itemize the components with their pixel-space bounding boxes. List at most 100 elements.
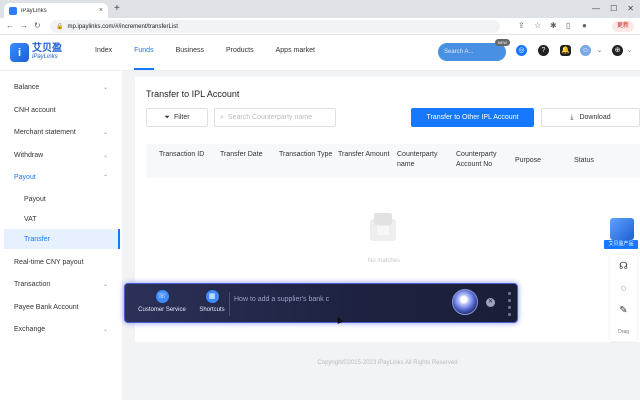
filter-button[interactable]: ⏷ Filter <box>146 108 208 127</box>
counterparty-search-input[interactable] <box>227 114 328 121</box>
nav-products[interactable]: Products <box>226 47 254 71</box>
chevron-down-icon: ⌄ <box>102 281 108 288</box>
update-button[interactable]: 更新 <box>611 21 634 32</box>
assistant-bar: ☏ Customer Service ▦ Shortcuts How to ad… <box>124 283 518 323</box>
sidebar-item-transaction[interactable]: Transaction ⌄ <box>0 274 122 294</box>
filter-label: Filter <box>174 114 190 121</box>
dock-bottom-label: Drag <box>618 329 629 335</box>
language-chevron-icon[interactable]: ⌄ <box>624 45 635 56</box>
sidebar-item-exchange[interactable]: Exchange ⌄ <box>0 319 122 339</box>
star-icon[interactable]: ☆ <box>534 21 541 30</box>
chevron-down-icon: ⌄ <box>102 326 108 333</box>
logo-en: iPayLinks <box>32 54 58 60</box>
tab-close-icon[interactable]: × <box>99 7 103 14</box>
app-switch-icon[interactable]: ◎ <box>516 45 527 56</box>
sidepanel-icon[interactable]: ▯ <box>566 21 570 30</box>
book-icon <box>610 218 634 240</box>
logo-mark-icon: i <box>10 43 29 62</box>
sidebar-item-label: Payout <box>24 195 46 203</box>
nav-business[interactable]: Business <box>176 47 204 71</box>
browser-tab-bar: iPayLinks × + — ☐ ✕ <box>0 0 640 18</box>
share-icon[interactable]: ⇪ <box>518 21 525 30</box>
new-tab-button[interactable]: + <box>114 3 120 14</box>
sidebar-item-merchant-statement[interactable]: Merchant statement ⌄ <box>0 122 122 142</box>
col-status: Status <box>574 157 594 164</box>
sidebar-item-label: Payout <box>14 173 36 181</box>
header-search[interactable]: Search A... NEW <box>438 39 510 61</box>
favicon-icon <box>9 6 17 15</box>
chevron-down-icon: ⌄ <box>102 129 108 136</box>
promo-label: 艾贝盈产品 <box>604 240 638 249</box>
globe-icon[interactable]: ⊕ <box>612 45 623 56</box>
assistant-divider <box>229 292 230 316</box>
extensions-icon[interactable]: ✱ <box>550 21 557 30</box>
chevron-down-icon[interactable]: ⌄ <box>594 45 605 56</box>
chevron-down-icon: ⌄ <box>102 84 108 91</box>
help-icon[interactable]: ? <box>538 45 549 56</box>
url-text: mp.ipaylinks.com/#/increment/transferLis… <box>67 23 178 30</box>
sidebar-item-label: VAT <box>24 215 37 223</box>
product-promo-widget[interactable]: 艾贝盈产品 <box>604 218 638 250</box>
transfer-to-other-account-button[interactable]: Transfer to Other IPL Account <box>411 108 534 127</box>
sidebar-item-realtime-cny-payout[interactable]: Real-time CNY payout <box>0 252 122 272</box>
new-badge: NEW <box>494 39 510 46</box>
avatar[interactable]: ☺ <box>580 45 591 56</box>
minimize-icon[interactable]: — <box>592 4 600 13</box>
nav-funds[interactable]: Funds <box>134 47 155 71</box>
window-controls: — ☐ ✕ <box>592 4 634 13</box>
sidebar-item-label: Exchange <box>14 325 46 333</box>
shortcuts-button[interactable]: ▦ Shortcuts <box>195 290 229 313</box>
sidebar-item-label: Withdraw <box>14 151 44 159</box>
col-transaction-type: Transaction Type <box>279 151 333 158</box>
customer-service-button[interactable]: ☏ Customer Service <box>135 290 189 313</box>
header-search-placeholder: Search A... <box>444 49 474 55</box>
sidebar-item-payee-bank-account[interactable]: Payee Bank Account <box>0 297 122 317</box>
assistant-avatar-icon[interactable] <box>452 289 478 315</box>
logo[interactable]: i 艾贝盈 iPayLinks <box>10 43 62 62</box>
sidebar: Balance ⌄ CNH account Merchant statement… <box>0 71 122 400</box>
sidebar-item-label: Transaction <box>14 280 51 288</box>
sidebar-item-balance[interactable]: Balance ⌄ <box>0 77 122 97</box>
empty-box-icon <box>370 213 396 241</box>
col-transaction-id: Transaction ID <box>159 151 205 158</box>
feedback-icon[interactable]: ✎ <box>617 304 630 317</box>
sidebar-item-label: Merchant statement <box>14 128 76 136</box>
maximize-icon[interactable]: ☐ <box>610 4 617 13</box>
logo-cn: 艾贝盈 <box>32 43 62 54</box>
download-icon: ⤓ <box>570 113 574 121</box>
sidebar-item-payout-group[interactable]: Payout ⌃ <box>0 167 122 187</box>
customer-service-label: Customer Service <box>138 307 186 313</box>
sidebar-item-transfer[interactable]: Transfer <box>4 229 120 249</box>
col-counterparty-name: Counterparty name <box>397 151 438 168</box>
drag-handle[interactable] <box>506 290 513 318</box>
chat-icon[interactable]: ◌ <box>617 282 630 295</box>
url-field[interactable]: 🔒 mp.ipaylinks.com/#/increment/transferL… <box>50 20 500 33</box>
sidebar-item-label: CNH account <box>14 106 56 114</box>
download-label: Download <box>579 114 611 121</box>
close-icon[interactable]: ✕ <box>486 298 495 307</box>
sidebar-item-payout[interactable]: Payout <box>0 189 122 209</box>
col-purpose: Purpose <box>515 157 542 164</box>
sidebar-item-label: Real-time CNY payout <box>14 258 84 266</box>
grid-icon: ▦ <box>205 290 219 303</box>
browser-tab[interactable]: iPayLinks × <box>4 3 108 18</box>
assistant-input[interactable]: How to add a supplier's bank c <box>234 296 329 303</box>
close-window-icon[interactable]: ✕ <box>627 4 634 13</box>
back-icon[interactable]: ← <box>6 21 14 30</box>
sidebar-item-cnh-account[interactable]: CNH account <box>0 100 122 120</box>
forward-icon[interactable]: → <box>20 21 28 30</box>
col-counterparty-account: Counterparty Account No <box>456 151 497 168</box>
reload-icon[interactable]: ↻ <box>34 21 41 30</box>
right-dock: ☊ ◌ ✎ Drag <box>610 255 637 341</box>
main-nav: Index Funds Business Products Apps marke… <box>95 47 337 71</box>
bell-icon[interactable]: 🔔 <box>560 45 571 56</box>
chevron-up-icon: ⌃ <box>102 174 108 181</box>
counterparty-search: ⌕ <box>214 108 336 127</box>
profile-icon[interactable]: ● <box>582 21 587 30</box>
sidebar-item-vat[interactable]: VAT <box>0 209 122 229</box>
nav-index[interactable]: Index <box>95 47 112 71</box>
headset-icon[interactable]: ☊ <box>617 260 630 273</box>
sidebar-item-withdraw[interactable]: Withdraw ⌄ <box>0 145 122 165</box>
nav-apps-market[interactable]: Apps market <box>276 47 315 71</box>
download-button[interactable]: ⤓ Download <box>541 108 640 127</box>
